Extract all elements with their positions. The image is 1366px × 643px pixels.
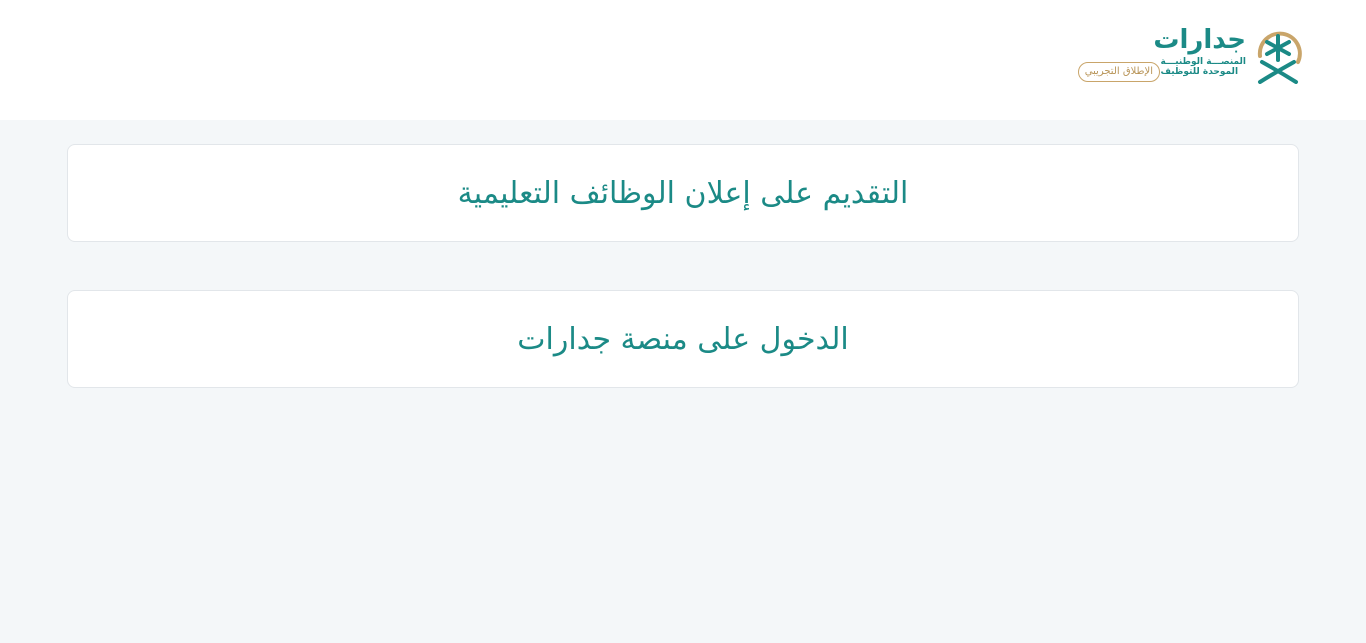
apply-educational-jobs-label: التقديم على إعلان الوظائف التعليمية <box>457 175 909 211</box>
brand-subtitle-line1: المنصـــة الوطنيـــة <box>1160 57 1246 67</box>
apply-educational-jobs-button[interactable]: التقديم على إعلان الوظائف التعليمية <box>67 144 1299 242</box>
palm-swords-emblem-icon <box>1257 31 1302 84</box>
brand-subtitle-line2: الموحدة للتوظيف <box>1160 67 1239 77</box>
beta-badge: الإطلاق التجريبي <box>1077 62 1160 82</box>
login-jadarat-button[interactable]: الدخول على منصة جدارات <box>67 290 1299 388</box>
site-header: جدارات المنصـــة الوطنيـــة الموحدة للتو… <box>0 0 1366 120</box>
brand-subtitle: المنصـــة الوطنيـــة الموحدة للتوظيف <box>1161 57 1246 77</box>
brand-name: جدارات <box>1153 25 1246 55</box>
brand-logo[interactable]: جدارات المنصـــة الوطنيـــة الموحدة للتو… <box>1002 25 1302 84</box>
login-jadarat-label: الدخول على منصة جدارات <box>517 321 849 357</box>
